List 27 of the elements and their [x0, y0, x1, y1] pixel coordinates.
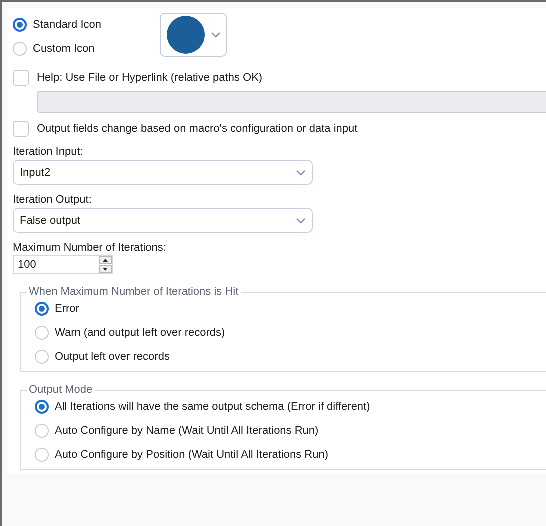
radio-option[interactable]: Warn (and output left over records): [35, 326, 546, 340]
chevron-down-icon: [296, 170, 306, 176]
radio-option[interactable]: Auto Configure by Name (Wait Until All Iterations Run): [35, 424, 546, 438]
radio-option[interactable]: Output left over records: [35, 350, 546, 364]
output-fields-checkbox[interactable]: [13, 121, 29, 137]
spin-up-button[interactable]: [99, 256, 112, 264]
spin-down-button[interactable]: [99, 265, 112, 273]
help-label: Help: Use File or Hyperlink (relative paths OK): [37, 72, 263, 84]
radio-option[interactable]: All Iterations will have the same output schema (Error if different): [35, 400, 546, 414]
dropdown-field[interactable]: False output: [13, 208, 313, 233]
number-input-field[interactable]: 100: [13, 255, 113, 274]
radio-option[interactable]: Error: [35, 302, 546, 316]
field-label: Iteration Input:: [13, 146, 84, 158]
radio-option[interactable]: Auto Configure by Position (Wait Until All Iterations Run): [35, 448, 546, 462]
icon-radio-option[interactable]: Custom Icon: [13, 42, 102, 56]
dropdown-field[interactable]: Input2: [13, 160, 313, 185]
output-fields-label: Output fields change based on macro's configuration or data input: [37, 123, 358, 135]
chevron-down-icon: [210, 32, 220, 38]
chevron-down-icon: [296, 218, 306, 224]
down-triangle-icon: [103, 268, 108, 270]
group-title: Output Mode: [28, 384, 94, 396]
field-label: Iteration Output:: [13, 194, 93, 206]
icon-radio-option[interactable]: Standard Icon: [13, 18, 102, 32]
up-triangle-icon: [103, 258, 108, 262]
icon-picker-dropdown[interactable]: [160, 13, 226, 57]
field-label: Maximum Number of Iterations:: [13, 242, 168, 254]
group-title: When Maximum Number of Iterations is Hit: [28, 286, 240, 298]
